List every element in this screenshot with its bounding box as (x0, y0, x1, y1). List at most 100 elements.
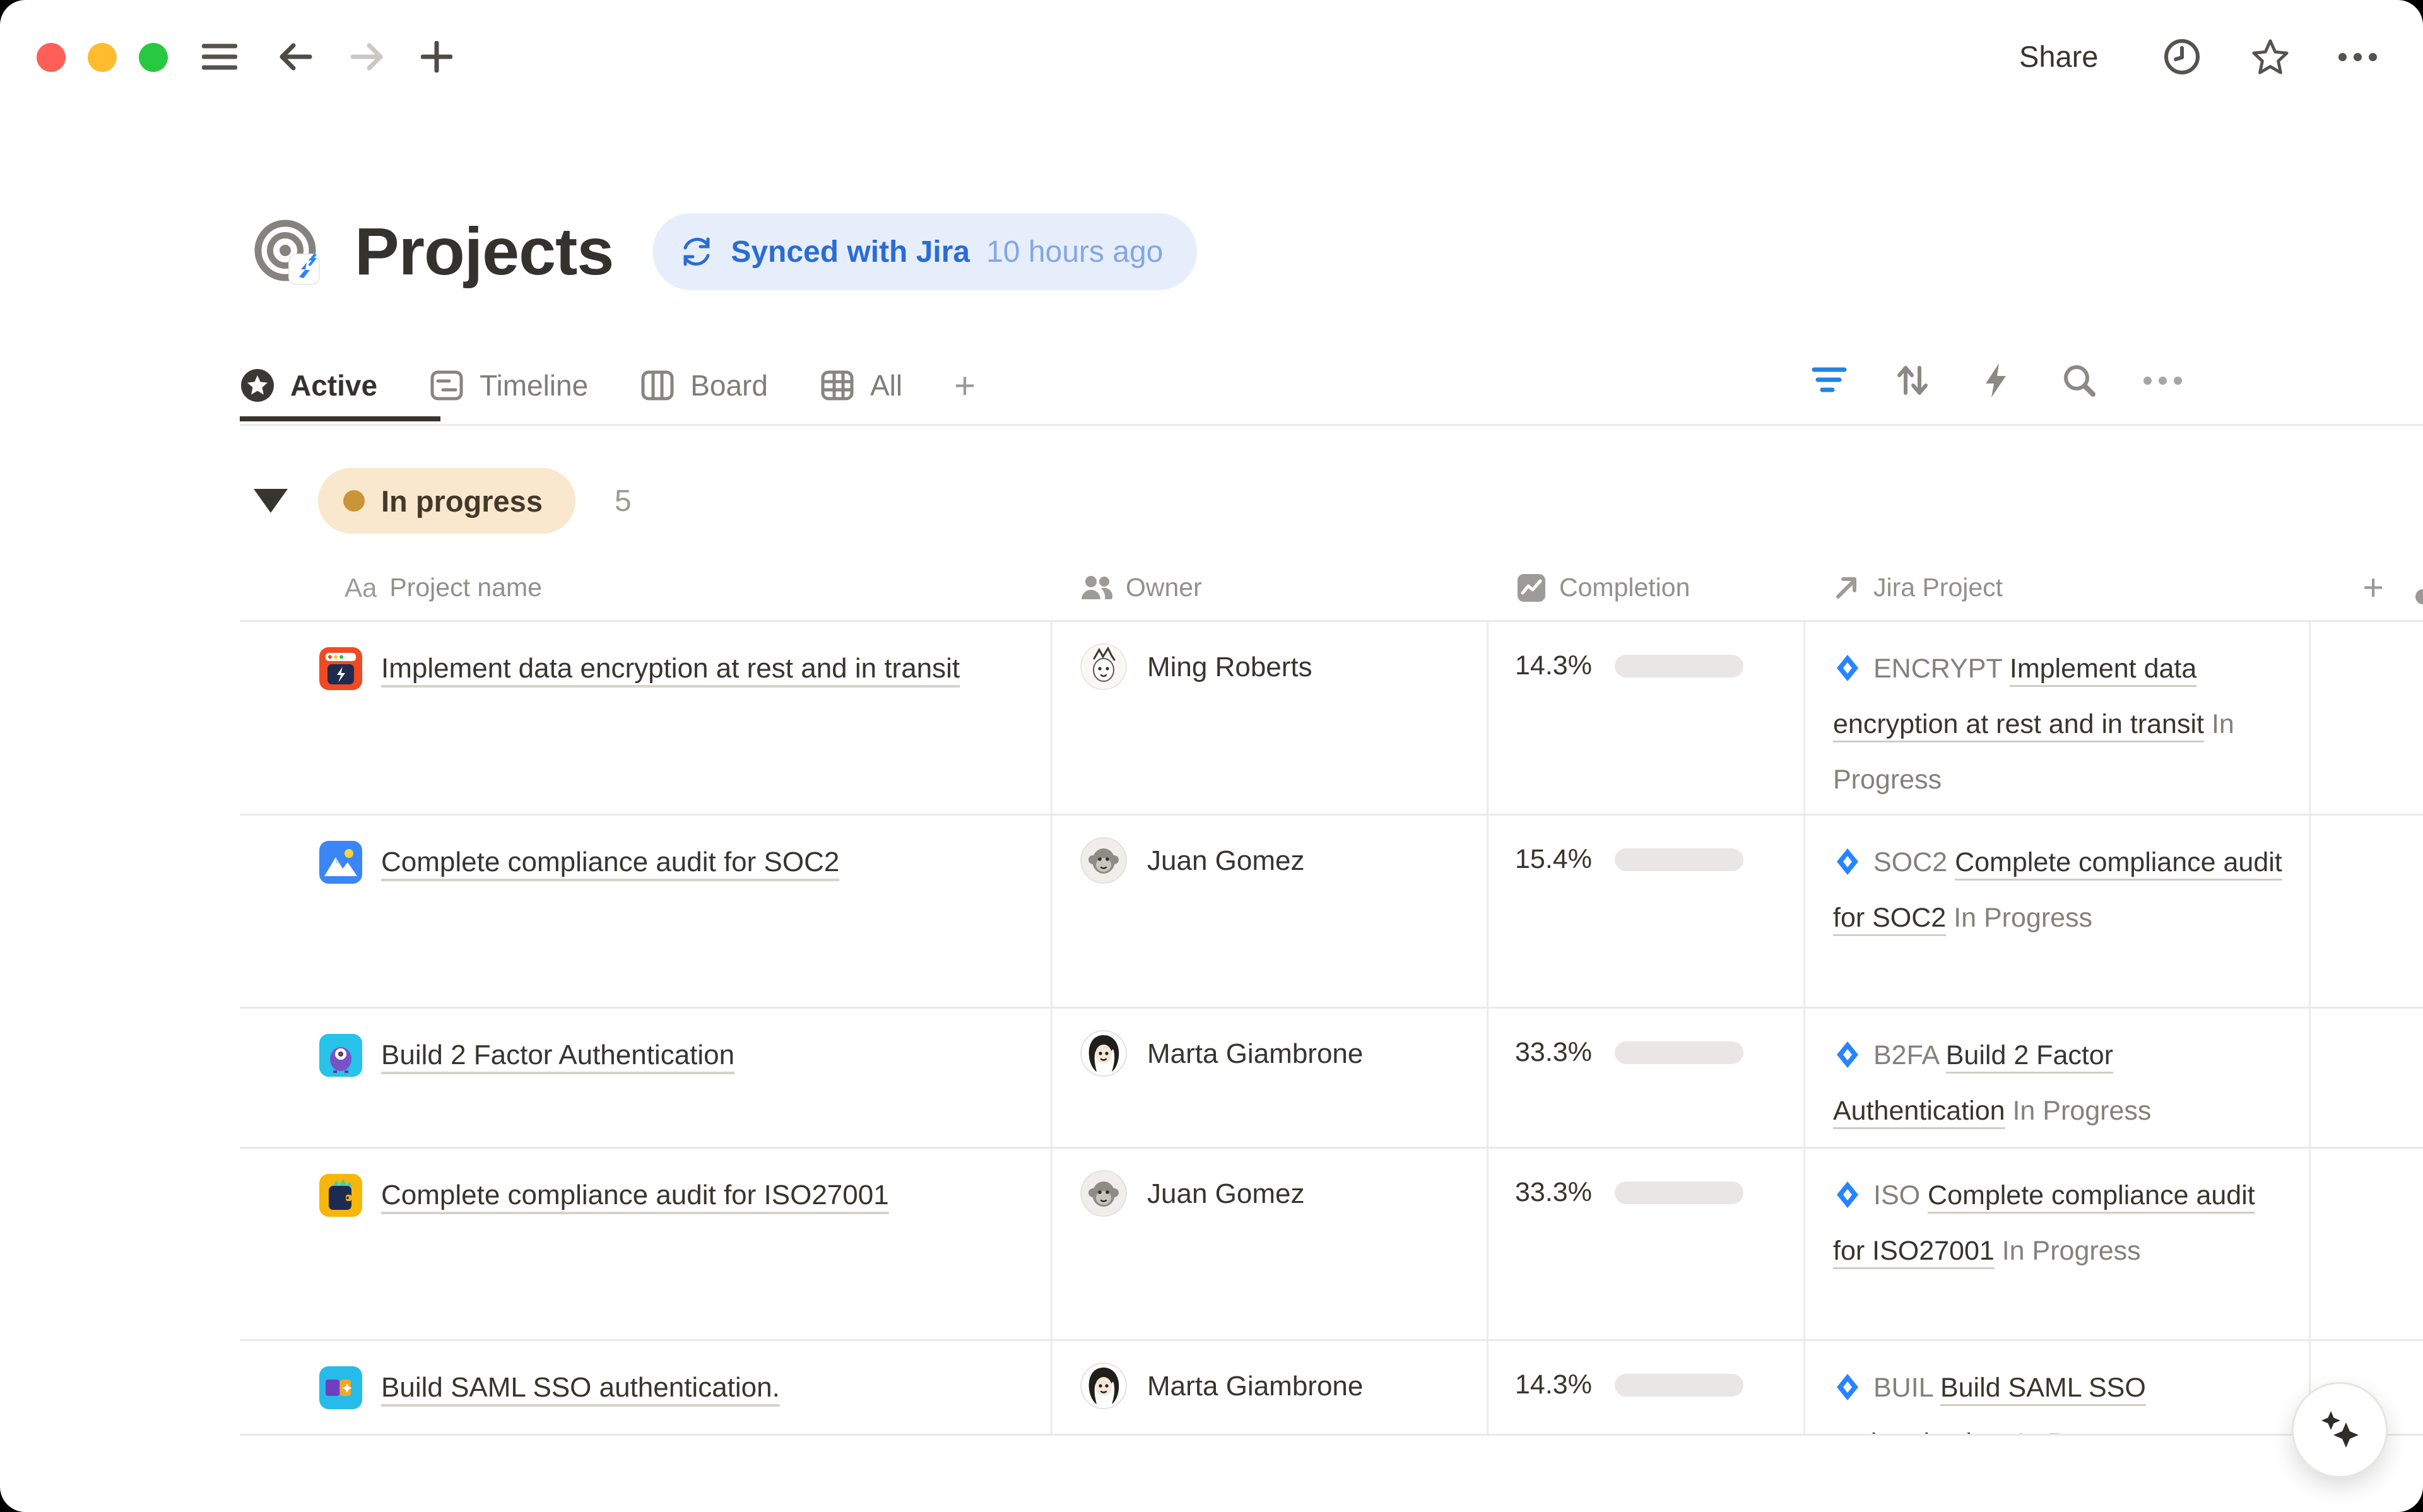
minimize-window-button[interactable] (88, 43, 117, 72)
tab-all[interactable]: All (820, 368, 902, 403)
updates-clock-icon[interactable] (2163, 38, 2201, 76)
avatar (1080, 1363, 1127, 1409)
owner-cell[interactable]: Marta Giambrone (1052, 1009, 1489, 1147)
column-header-completion[interactable]: Completion (1489, 573, 1805, 603)
completion-cell[interactable]: 15.4% (1489, 816, 1805, 1007)
completion-cell[interactable]: 14.3% (1489, 622, 1805, 814)
tab-active[interactable]: Active (240, 368, 377, 403)
avatar (1080, 643, 1127, 690)
back-button[interactable] (276, 38, 314, 76)
filter-icon[interactable] (1808, 360, 1850, 401)
search-icon[interactable] (2058, 360, 2100, 401)
window-toolbar: Share (0, 0, 2423, 114)
add-view-button[interactable]: + (954, 365, 976, 407)
cards-app-icon (319, 1366, 362, 1409)
project-name-cell[interactable]: Build 2 Factor Authentication (240, 1009, 1052, 1147)
avatar (1080, 837, 1127, 884)
sync-badge-time: 10 hours ago (986, 235, 1163, 269)
projects-table: Aa Project name Owner Completion Jira P (240, 555, 2423, 1436)
jira-logo-icon (1833, 1180, 1862, 1209)
table-row[interactable]: Complete compliance audit for ISO27001 J… (240, 1149, 2423, 1341)
jira-sync-badge[interactable]: Synced with Jira 10 hours ago (652, 213, 1197, 290)
progress-bar (1615, 1181, 1743, 1204)
more-options-icon[interactable] (2338, 38, 2376, 76)
timeline-view-icon (429, 368, 464, 403)
lightning-icon[interactable] (1975, 360, 2017, 401)
vault-app-icon (319, 647, 362, 690)
monster-app-icon (319, 1034, 362, 1077)
share-button[interactable]: Share (2019, 39, 2098, 74)
table-row[interactable]: Build SAML SSO authentication. Marta Gia… (240, 1341, 2423, 1436)
jira-project-cell[interactable]: ISO Complete compliance audit for ISO270… (1805, 1149, 2311, 1339)
wallet-app-icon (319, 1174, 362, 1217)
table-row[interactable]: Complete compliance audit for SOC2 Juan … (240, 816, 2423, 1009)
status-dot-icon (343, 490, 365, 512)
table-row[interactable]: Build 2 Factor Authentication Marta Giam… (240, 1009, 2423, 1149)
project-name-cell[interactable]: Complete compliance audit for ISO27001 (240, 1149, 1052, 1339)
collapse-triangle-icon[interactable] (254, 489, 288, 513)
view-toolbar (1808, 346, 2183, 415)
column-header-owner[interactable]: Owner (1052, 573, 1489, 602)
completion-cell[interactable]: 14.3% (1489, 1341, 1805, 1434)
owner-cell[interactable]: Juan Gomez (1052, 1149, 1489, 1339)
owner-cell[interactable]: Marta Giambrone (1052, 1341, 1489, 1434)
text-type-icon: Aa (345, 573, 377, 603)
group-header: In progress 5 (254, 468, 632, 534)
people-icon (1080, 574, 1113, 602)
avatar (1080, 1030, 1127, 1077)
sync-badge-label: Synced with Jira (731, 235, 970, 269)
column-header-jira-project[interactable]: Jira Project (1805, 573, 2311, 602)
jira-project-cell[interactable]: B2FA Build 2 Factor Authentication In Pr… (1805, 1009, 2311, 1147)
jira-project-cell[interactable]: SOC2 Complete compliance audit for SOC2 … (1805, 816, 2311, 1007)
table-view-icon (820, 368, 855, 403)
external-arrow-icon (1833, 574, 1861, 602)
completion-cell[interactable]: 33.3% (1489, 1009, 1805, 1147)
app-window: Share Projects (0, 0, 2423, 1512)
progress-bar (1615, 848, 1743, 871)
mountain-app-icon (319, 841, 362, 884)
chart-icon (1516, 573, 1547, 603)
star-view-icon (240, 368, 275, 403)
sparkles-icon (2309, 1400, 2370, 1460)
owner-cell[interactable]: Juan Gomez (1052, 816, 1489, 1007)
page-title[interactable]: Projects (355, 214, 613, 290)
jira-project-cell[interactable]: BUIL Build SAML SSO authentication. In P… (1805, 1341, 2311, 1434)
more-view-options-icon[interactable] (2142, 360, 2183, 401)
header-more-icon[interactable] (2415, 589, 2423, 604)
sync-icon (679, 234, 714, 269)
favorite-star-icon[interactable] (2251, 38, 2289, 76)
notion-ai-button[interactable] (2292, 1382, 2388, 1478)
tab-board[interactable]: Board (640, 368, 768, 403)
jira-project-cell[interactable]: ENCRYPT Implement data encryption at res… (1805, 622, 2311, 814)
jira-logo-icon (1833, 653, 1862, 683)
avatar (1080, 1170, 1127, 1217)
jira-logo-icon (1833, 847, 1862, 876)
forward-button[interactable] (348, 38, 386, 76)
table-header-row: Aa Project name Owner Completion Jira P (240, 555, 2423, 622)
column-header-project-name[interactable]: Aa Project name (240, 573, 1052, 603)
project-name-cell[interactable]: Complete compliance audit for SOC2 (240, 816, 1052, 1007)
project-name-cell[interactable]: Build SAML SSO authentication. (240, 1341, 1052, 1434)
sort-icon[interactable] (1892, 360, 1933, 401)
completion-cell[interactable]: 33.3% (1489, 1149, 1805, 1339)
jira-logo-icon (1833, 1040, 1862, 1069)
new-tab-button[interactable] (418, 38, 456, 76)
add-column-button[interactable]: + (2362, 566, 2384, 609)
active-tab-underline (240, 416, 440, 421)
status-badge[interactable]: In progress (318, 468, 575, 534)
jira-logo-icon (1833, 1373, 1862, 1402)
sidebar-toggle-button[interactable] (201, 38, 239, 76)
project-name-cell[interactable]: Implement data encryption at rest and in… (240, 622, 1052, 814)
table-row[interactable]: Implement data encryption at rest and in… (240, 622, 2423, 816)
tabs-separator (240, 424, 2423, 426)
zoom-window-button[interactable] (139, 43, 168, 72)
board-view-icon (640, 368, 675, 403)
progress-bar (1615, 1041, 1743, 1064)
close-window-button[interactable] (37, 43, 66, 72)
owner-cell[interactable]: Ming Roberts (1052, 622, 1489, 814)
group-count: 5 (615, 484, 632, 519)
page-icon-target[interactable] (254, 218, 322, 286)
progress-bar (1615, 655, 1743, 677)
progress-bar (1615, 1374, 1743, 1397)
tab-timeline[interactable]: Timeline (429, 368, 588, 403)
